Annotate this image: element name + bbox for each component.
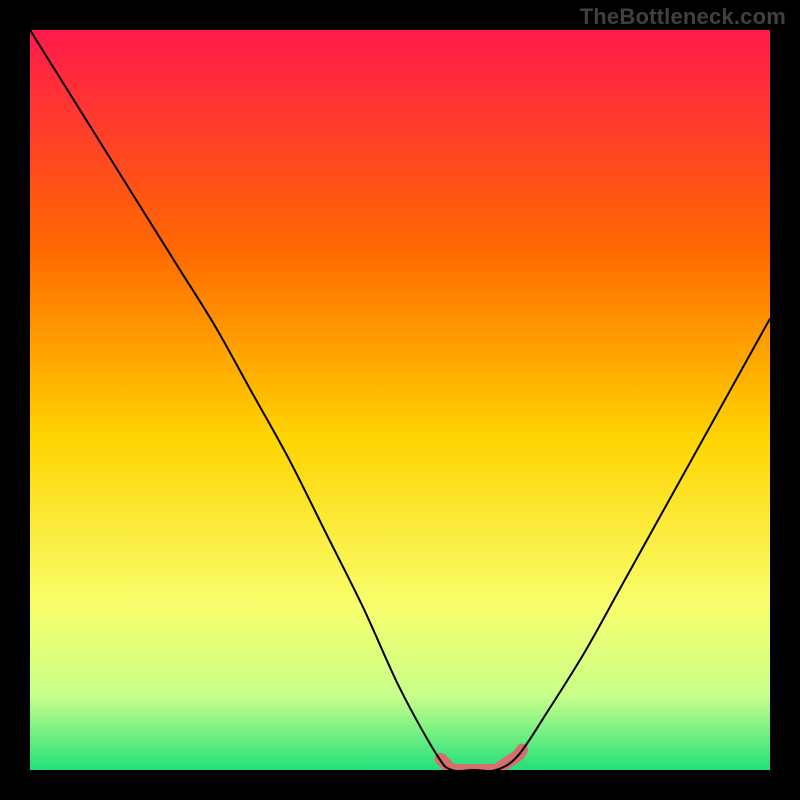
plot-area: [30, 30, 770, 770]
bottleneck-curve-chart: [30, 30, 770, 770]
watermark-text: TheBottleneck.com: [580, 4, 786, 30]
gradient-background: [30, 30, 770, 770]
chart-frame: TheBottleneck.com: [0, 0, 800, 800]
